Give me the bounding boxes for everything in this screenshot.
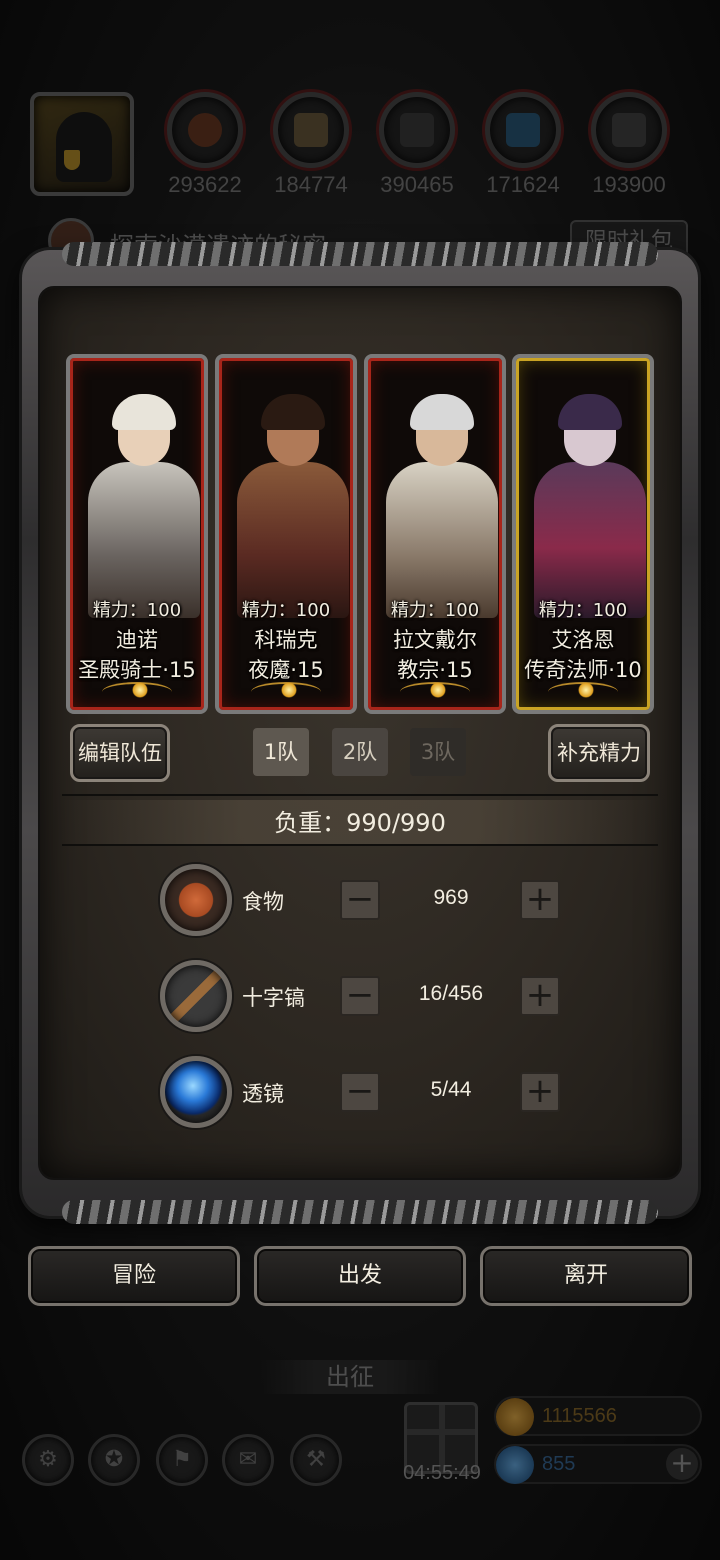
- hero-class-level: 教宗·15: [397, 658, 473, 682]
- supply-label: 透镜: [242, 1082, 284, 1106]
- resource-value: 171624: [486, 172, 560, 197]
- resource-value: 293622: [168, 172, 242, 197]
- gold-counter: 1115566: [494, 1396, 702, 1436]
- depart-button[interactable]: 出发: [254, 1246, 466, 1306]
- supply-row-food: 食物 − 969 +: [22, 864, 698, 940]
- gold-coin-icon: [496, 1398, 534, 1436]
- add-gem-button[interactable]: +: [666, 1448, 698, 1480]
- load-capacity: 负重：990/990: [62, 800, 658, 846]
- decrease-button[interactable]: −: [340, 976, 380, 1016]
- tab-team-1[interactable]: 1队: [253, 728, 309, 776]
- supply-label: 十字镐: [242, 986, 305, 1010]
- refill-stamina-button[interactable]: 补充精力: [548, 724, 650, 782]
- rank-emblem-icon: [548, 682, 618, 702]
- gem-counter: 855 +: [494, 1444, 702, 1484]
- decrease-button[interactable]: −: [340, 1072, 380, 1112]
- supply-label: 食物: [242, 890, 284, 914]
- hero-card[interactable]: 精力：100 科瑞克 夜魔·15: [215, 354, 357, 714]
- hero-class-level: 圣殿骑士·15: [78, 658, 196, 682]
- edit-team-button[interactable]: 编辑队伍: [70, 724, 170, 782]
- pickaxe-icon: [160, 960, 232, 1032]
- hero-stamina: 精力：100: [538, 600, 628, 621]
- tab-team-2[interactable]: 2队: [332, 728, 388, 776]
- resource-value: 390465: [380, 172, 454, 197]
- hero-card[interactable]: 精力：100 拉文戴尔 教宗·15: [364, 354, 506, 714]
- hero-stamina: 精力：100: [390, 600, 480, 621]
- player-avatar[interactable]: [30, 92, 134, 196]
- rank-emblem-icon: [400, 682, 470, 702]
- resource-wood[interactable]: 184774: [271, 92, 351, 198]
- crystal-icon: [506, 113, 540, 147]
- hero-card[interactable]: 精力：100 迪诺 圣殿骑士·15: [66, 354, 208, 714]
- supply-quantity: 969: [433, 886, 469, 909]
- guild-icon[interactable]: ⚒: [290, 1434, 342, 1486]
- settings-icon[interactable]: ⚙: [22, 1434, 74, 1486]
- mail-icon[interactable]: ✉: [222, 1434, 274, 1486]
- hero-stamina: 精力：100: [92, 600, 182, 621]
- lens-icon: [160, 1056, 232, 1128]
- hero-name: 艾洛恩: [551, 628, 615, 652]
- increase-button[interactable]: +: [520, 1072, 560, 1112]
- increase-button[interactable]: +: [520, 976, 560, 1016]
- gold-amount: 1115566: [542, 1405, 617, 1427]
- hero-name: 迪诺: [116, 628, 158, 652]
- gem-icon: [496, 1446, 534, 1484]
- resource-iron[interactable]: 390465: [377, 92, 457, 198]
- leave-button[interactable]: 离开: [480, 1246, 692, 1306]
- achievement-icon[interactable]: ✪: [88, 1434, 140, 1486]
- meat-icon: [188, 113, 222, 147]
- iron-icon: [400, 113, 434, 147]
- rank-emblem-icon: [102, 682, 172, 702]
- resource-crystal[interactable]: 171624: [483, 92, 563, 198]
- tab-team-3[interactable]: 3队: [410, 728, 466, 776]
- hero-name: 科瑞克: [254, 628, 318, 652]
- rank-emblem-icon: [251, 682, 321, 702]
- hero-stamina: 精力：100: [241, 600, 331, 621]
- resource-value: 184774: [274, 172, 348, 197]
- resource-stone[interactable]: 193900: [589, 92, 669, 198]
- expedition-panel: 精力：100 迪诺 圣殿骑士·15 精力：100 科瑞克 夜魔·15 精力：10…: [22, 242, 698, 1224]
- food-icon: [160, 864, 232, 936]
- avatar-silhouette: [56, 112, 112, 182]
- divider: [62, 794, 658, 796]
- expedition-label: 出征: [260, 1360, 440, 1394]
- adventure-button[interactable]: 冒险: [28, 1246, 240, 1306]
- decrease-button[interactable]: −: [340, 880, 380, 920]
- supply-row-pickaxe: 十字镐 − 16/456 +: [22, 960, 698, 1036]
- resource-value: 193900: [592, 172, 666, 197]
- stone-icon: [612, 113, 646, 147]
- trophy-icon: [64, 150, 80, 170]
- increase-button[interactable]: +: [520, 880, 560, 920]
- resource-bar: 293622 184774 390465 171624 193900: [165, 92, 685, 202]
- hero-card[interactable]: 精力：100 艾洛恩 传奇法师·10: [512, 354, 654, 714]
- bottom-hud: 出征 ⚙ ✪ ⚑ ✉ ⚒ 04:55:49 1115566 855 +: [0, 1358, 720, 1560]
- resource-meat[interactable]: 293622: [165, 92, 245, 198]
- wood-icon: [294, 113, 328, 147]
- supply-row-lens: 透镜 − 5/44 +: [22, 1056, 698, 1132]
- ranking-icon[interactable]: ⚑: [156, 1434, 208, 1486]
- divider: [62, 844, 658, 846]
- hero-name: 拉文戴尔: [393, 628, 477, 652]
- supply-quantity: 16/456: [418, 982, 484, 1005]
- hero-class-level: 传奇法师·10: [524, 658, 642, 682]
- supply-quantity: 5/44: [430, 1078, 472, 1101]
- gift-timer: 04:55:49: [403, 1462, 481, 1484]
- gem-amount: 855: [542, 1453, 576, 1475]
- hero-class-level: 夜魔·15: [248, 658, 324, 682]
